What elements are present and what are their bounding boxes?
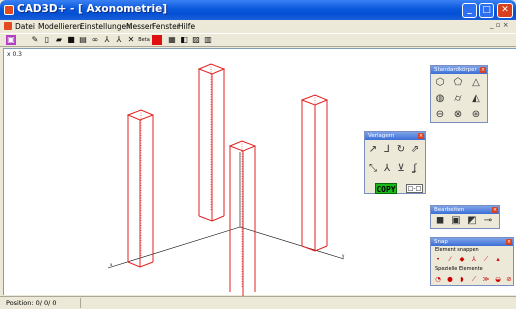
menu-hilfe[interactable]: Hilfe	[178, 22, 195, 31]
pencil-icon[interactable]: ✎	[30, 35, 40, 45]
cross-icon[interactable]: ✕	[126, 35, 136, 45]
snap-angle-icon[interactable]: ⟋	[482, 255, 490, 263]
section-spezielle-elemente: Spezielle Elemente	[435, 266, 483, 272]
mirror-icon[interactable]: ⅄	[381, 163, 393, 175]
palette-title: Verlagern	[368, 133, 395, 139]
palette-header[interactable]: Snap ×	[431, 238, 513, 246]
box-3	[228, 140, 257, 296]
title-bar: CAD3D+ - [ Axonometrie] _ □ ✕	[0, 0, 516, 20]
save-icon[interactable]: ■	[66, 35, 76, 45]
grid-icon[interactable]: ▦	[167, 35, 177, 45]
menu-modellieren[interactable]: Modellieren	[38, 22, 82, 31]
menu-messen[interactable]: Messen	[126, 22, 154, 31]
open-folder-icon[interactable]: ▰	[54, 35, 64, 45]
glasses-icon[interactable]: ∞	[90, 35, 100, 45]
snap-center-icon[interactable]: ●	[446, 275, 454, 283]
new-file-icon[interactable]: ▯	[42, 35, 52, 45]
snap-arc-icon[interactable]: ◗	[458, 275, 466, 283]
palette-snap: Snap × Element snappen • ⁄ ◆ ⅄ ⟋ ▴ Spezi…	[430, 237, 514, 286]
snap-line-icon[interactable]: ⁄	[446, 255, 454, 263]
position-readout: Position: 0/ 0/ 0	[6, 299, 57, 307]
axis-move-icon[interactable]: ⅃	[381, 144, 393, 156]
axis-y-mark: y	[342, 253, 345, 258]
snap-midpoint-icon[interactable]: ◒	[494, 275, 502, 283]
snap-edge-icon[interactable]: ◆	[458, 255, 466, 263]
close-button[interactable]: ✕	[497, 3, 513, 18]
palette-close-button[interactable]: ×	[506, 239, 512, 245]
align-icon[interactable]: ⊻	[395, 163, 407, 175]
mdi-window-controls[interactable]: _ ▫ ×	[490, 21, 509, 29]
box-icon[interactable]: ⬠	[452, 77, 464, 89]
menu-einstellungen[interactable]: Einstellungen	[80, 22, 131, 31]
snap-corner-icon[interactable]: ⅄	[470, 255, 478, 263]
app-icon[interactable]	[4, 5, 14, 15]
torus-icon[interactable]: ⊖	[434, 109, 446, 121]
status-separator	[80, 298, 81, 308]
axis-icon[interactable]: ⅄	[114, 35, 124, 45]
axis-y	[239, 226, 345, 260]
menu-datei[interactable]: Datei	[15, 22, 35, 31]
pattern-icon[interactable]: ▨	[191, 35, 201, 45]
axes	[107, 152, 345, 269]
palette-close-button[interactable]: ×	[492, 207, 498, 213]
polyhedron-icon[interactable]: ⊛	[470, 109, 482, 121]
document-icon[interactable]	[4, 22, 12, 30]
copy-button[interactable]: COPY	[375, 183, 397, 194]
beta-button[interactable]: Beta	[137, 35, 151, 45]
intersect-icon[interactable]: ◩	[466, 215, 478, 227]
cube-icon[interactable]: ⬡	[434, 77, 446, 89]
key-icon[interactable]: ⊸	[482, 215, 494, 227]
union-icon[interactable]: ◼	[434, 215, 446, 227]
pyramid-icon[interactable]: △	[470, 77, 482, 89]
tilt-icon[interactable]: ⇗	[409, 144, 421, 156]
toolbar: ▣ ✎ ▯ ▰ ■ ▤ ∞ ⅄ ⅄ ✕ Beta ▦ ◧ ▨ ▥	[0, 33, 516, 47]
palette-header[interactable]: Bearbeiten ×	[431, 206, 499, 214]
rotate-icon[interactable]: ↻	[395, 144, 407, 156]
palette-title: Standardkörper	[434, 67, 477, 73]
cylinder-icon[interactable]: ⌭	[452, 93, 464, 105]
snap-special-icon[interactable]: ⊘	[505, 275, 513, 283]
view-icon[interactable]: ◧	[179, 35, 189, 45]
palette-title: Snap	[434, 239, 448, 245]
palette-verlagern: Verlagern × ↗ ⅃ ↻ ⇗ ⤡ ⅄ ⊻ ʆ COPY □-□	[364, 131, 426, 194]
palette-title: Bearbeiten	[434, 207, 465, 213]
box-2	[197, 63, 226, 222]
prism-icon[interactable]: ⊗	[452, 109, 464, 121]
snap-perpendicular-icon[interactable]: ≫	[482, 275, 490, 283]
twist-icon[interactable]: ʆ	[409, 163, 421, 175]
menu-bar: Datei Modellieren Einstellungen Messen F…	[0, 20, 516, 33]
palette-icon[interactable]: ▣	[6, 35, 16, 45]
palette-close-button[interactable]: ×	[418, 133, 424, 139]
status-bar: Position: 0/ 0/ 0	[0, 296, 516, 309]
maximize-button[interactable]: □	[479, 3, 494, 18]
subtract-icon[interactable]: ▣	[450, 215, 462, 227]
snap-circle-icon[interactable]: ◔	[434, 275, 442, 283]
window-title: CAD3D+ - [ Axonometrie]	[17, 3, 168, 15]
red-square-icon[interactable]	[152, 35, 162, 45]
palette-header[interactable]: Verlagern ×	[365, 132, 425, 140]
menu-fenster[interactable]: Fenster	[152, 22, 180, 31]
palette-bearbeiten: Bearbeiten × ◼ ▣ ◩ ⊸	[430, 205, 500, 229]
sphere-icon[interactable]: ◍	[434, 93, 446, 105]
palette-close-button[interactable]: ×	[480, 67, 486, 73]
snap-vertex-icon[interactable]: ▴	[494, 255, 502, 263]
move-icon[interactable]: ↗	[367, 144, 379, 156]
palette-standardkoerper: Standardkörper × ⬡ ⬠ △ ◍ ⌭ ◭ ⊖ ⊗ ⊛	[430, 65, 488, 123]
palette-header[interactable]: Standardkörper ×	[431, 66, 487, 74]
axes-icon[interactable]: ⅄	[102, 35, 112, 45]
box-4	[300, 94, 329, 252]
axis-x-mark: x	[110, 262, 113, 267]
section-element-snappen: Element snappen	[435, 247, 479, 253]
scale-icon[interactable]: ⤡	[367, 163, 379, 175]
print-icon[interactable]: ▤	[78, 35, 88, 45]
minimize-button[interactable]: _	[462, 3, 477, 18]
cone-icon[interactable]: ◭	[470, 93, 482, 105]
snap-tangent-icon[interactable]: ⟋	[470, 275, 478, 283]
snap-point-icon[interactable]: •	[434, 255, 442, 263]
columns-icon[interactable]: ▥	[203, 35, 213, 45]
box-1	[126, 109, 155, 268]
toggle-copy-mode-icon[interactable]: □-□	[406, 184, 423, 193]
